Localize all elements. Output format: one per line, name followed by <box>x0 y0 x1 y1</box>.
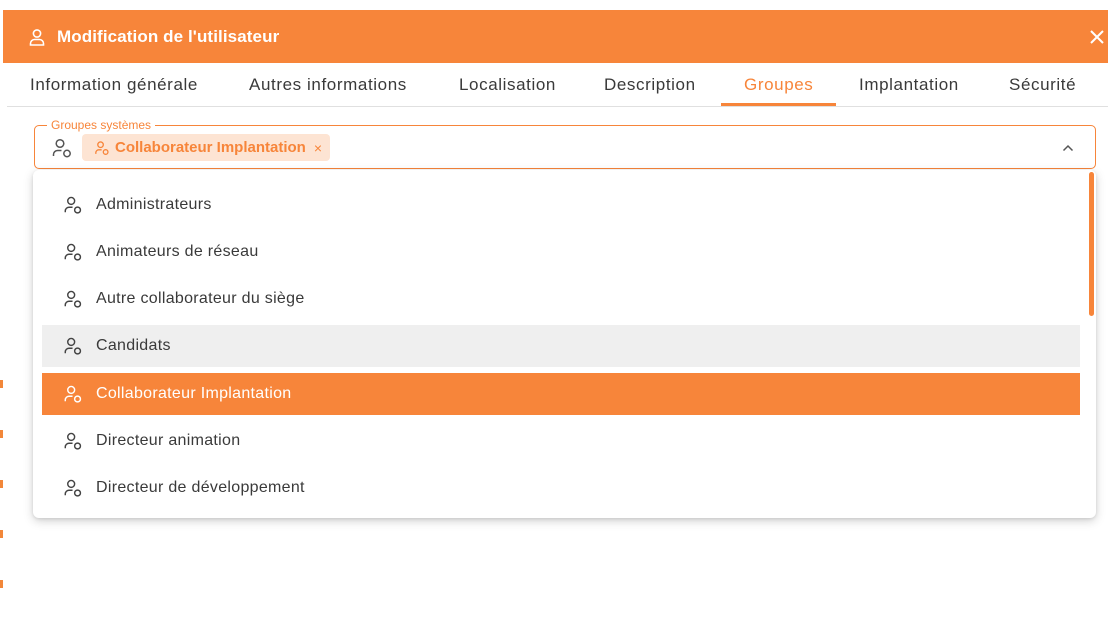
group-option[interactable]: Directeur de développement <box>42 467 1080 509</box>
user-group-icon <box>63 384 83 404</box>
group-option-label: Directeur animation <box>96 432 241 449</box>
tab-autres-informations[interactable]: Autres informations <box>249 63 407 106</box>
user-group-icon <box>63 431 83 451</box>
groups-select[interactable]: Groupes systèmes Collaborateur Implantat… <box>34 117 1096 169</box>
tab-bar: Information générale Autres informations… <box>7 63 1108 107</box>
dropdown-scrollbar[interactable] <box>1089 172 1094 316</box>
active-tab-indicator <box>721 103 836 106</box>
group-option-label: Collaborateur Implantation <box>96 385 292 402</box>
user-group-icon <box>63 478 83 498</box>
user-group-icon <box>63 242 83 262</box>
close-icon[interactable] <box>1086 26 1108 48</box>
group-option-label: Administrateurs <box>96 196 212 213</box>
group-option[interactable]: Candidats <box>42 325 1080 367</box>
dialog-title: Modification de l'utilisateur <box>57 26 280 46</box>
group-option[interactable]: Collaborateur Implantation <box>42 373 1080 415</box>
chip-remove-icon[interactable]: × <box>314 140 322 156</box>
user-group-icon <box>94 140 110 156</box>
user-group-icon <box>51 137 73 159</box>
group-option-label: Candidats <box>96 337 171 354</box>
group-option-label: Animateurs de réseau <box>96 243 259 260</box>
tab-localisation[interactable]: Localisation <box>459 63 556 106</box>
user-group-icon <box>63 289 83 309</box>
group-option[interactable]: Directeur animation <box>42 420 1080 462</box>
selected-group-chip: Collaborateur Implantation × <box>82 134 331 161</box>
tab-description[interactable]: Description <box>604 63 696 106</box>
tab-information-generale[interactable]: Information générale <box>30 63 198 106</box>
dialog-header: Modification de l'utilisateur <box>3 10 1108 63</box>
chevron-up-icon[interactable] <box>1061 141 1075 155</box>
group-option[interactable]: Animateurs de réseau <box>42 231 1080 273</box>
chip-label: Collaborateur Implantation <box>115 139 306 156</box>
group-option[interactable]: Administrateurs <box>42 184 1080 226</box>
user-group-icon <box>63 336 83 356</box>
edit-user-dialog: Modification de l'utilisateur Informatio… <box>3 10 1108 625</box>
user-group-icon <box>63 195 83 215</box>
groups-dropdown: Administrateurs Animateurs de réseau Autre… <box>33 170 1096 518</box>
groups-select-label: Groupes systèmes <box>47 117 156 133</box>
group-option-label: Autre collaborateur du siège <box>96 290 305 307</box>
tab-implantation[interactable]: Implantation <box>859 63 959 106</box>
user-icon <box>27 27 47 47</box>
tab-groupes[interactable]: Groupes <box>744 63 813 106</box>
tab-securite[interactable]: Sécurité <box>1009 63 1076 106</box>
group-option-label: Directeur de développement <box>96 479 305 496</box>
group-option[interactable]: Autre collaborateur du siège <box>42 278 1080 320</box>
